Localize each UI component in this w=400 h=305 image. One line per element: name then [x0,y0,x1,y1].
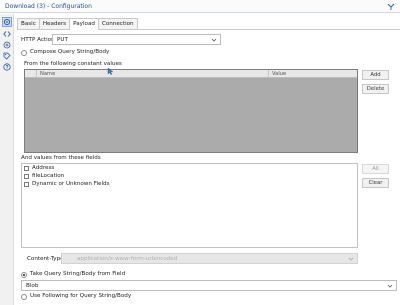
fields-heading: And values from these fields [21,155,101,161]
chevron-down-icon [211,38,217,42]
use-following-label: Use Following for Query String/Body [30,293,132,299]
grid-col-value[interactable]: Value [269,70,357,78]
compose-label: Compose Query String/Body [30,49,110,55]
chevron-down-icon [348,257,354,261]
delete-button[interactable]: Delete [362,84,389,94]
blob-field-select[interactable]: Blob [21,280,397,291]
compose-radio[interactable] [21,50,27,56]
tab-payload[interactable]: Payload [69,18,99,30]
field-checkbox-filelocation[interactable] [24,174,29,179]
tab-connection[interactable]: Connection [97,18,138,29]
config-tabs: Basic Headers Payload Connection [17,18,138,30]
connections-icon[interactable] [2,40,12,50]
field-label-dynamic: Dynamic or Unknown Fields [32,181,110,187]
use-following-radio[interactable] [21,294,27,300]
settings-gear-icon[interactable] [2,17,12,27]
window-titlebar: Download (3) - Configuration [0,0,400,13]
blob-field-value: Blob [26,283,39,289]
constants-grid[interactable]: Name Value [24,69,358,153]
fields-list [21,163,358,248]
http-action-label: HTTP Action [21,37,55,43]
content-type-label: Content-Type [27,256,64,262]
field-checkbox-address[interactable] [24,166,29,171]
tag-icon[interactable] [2,51,12,61]
field-checkbox-dynamic[interactable] [24,182,29,187]
mouse-cursor-icon [107,67,114,75]
grid-header: Name Value [25,70,357,78]
code-view-icon[interactable] [2,29,12,39]
tab-headers[interactable]: Headers [38,18,71,29]
http-action-select[interactable]: PUT [52,34,221,45]
field-label-address: Address [32,165,55,171]
take-query-label: Take Query String/Body from Field [30,271,126,277]
grid-col-name[interactable]: Name [37,70,269,78]
take-query-radio[interactable] [21,272,27,278]
content-type-value: application/x-www-form-urlencoded [77,256,178,262]
field-label-filelocation: fileLocation [32,173,65,179]
all-button[interactable]: All [362,164,389,174]
chevron-down-icon [387,284,393,288]
config-sidebar [0,14,14,305]
help-icon[interactable] [2,62,12,72]
window-title: Download (3) - Configuration [5,3,92,10]
http-action-value: PUT [57,37,68,43]
tab-basic[interactable]: Basic [17,18,40,29]
collapse-chevron-icon[interactable] [386,1,396,11]
content-type-select[interactable]: application/x-www-form-urlencoded [61,253,358,264]
clear-button[interactable]: Clear [362,178,389,188]
grid-row-header [25,70,37,78]
add-button[interactable]: Add [362,70,389,80]
